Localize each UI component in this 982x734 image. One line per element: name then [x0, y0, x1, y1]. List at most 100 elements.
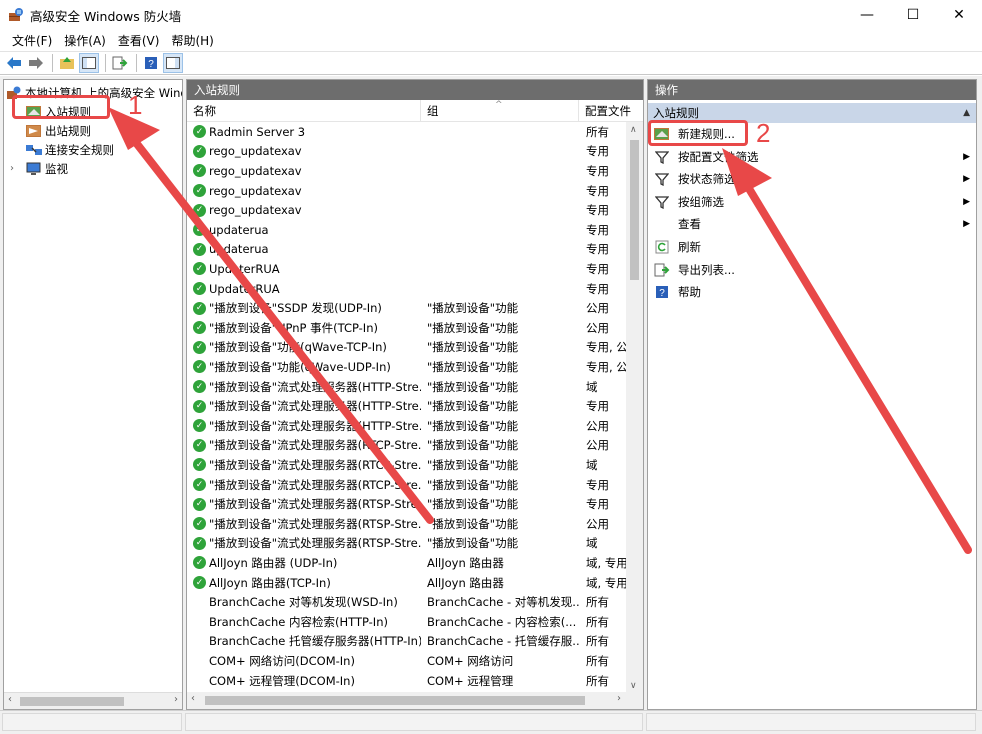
minimize-button[interactable]: —: [844, 0, 890, 30]
submenu-arrow-icon: ▶: [963, 196, 970, 207]
action-item[interactable]: 按状态筛选 ▶: [648, 168, 976, 190]
close-button[interactable]: ✕: [936, 0, 982, 30]
table-row[interactable]: ✓ "播放到设备"功能(qWave-UDP-In) "播放到设备"功能 专用, 公: [187, 357, 627, 377]
rule-group-cell: "播放到设备"功能: [427, 340, 519, 355]
rule-name: "播放到设备"SSDP 发现(UDP-In): [209, 301, 382, 316]
scroll-down-icon[interactable]: ∨: [630, 681, 637, 691]
tree-item-monitoring[interactable]: › 监视: [10, 159, 68, 178]
action-item[interactable]: 查看 ▶: [648, 213, 976, 235]
rules-list-pane: 入站规则 名称 组 ^ 配置文件 ✓ Radmin Server 3 所有 ✓ rego…: [186, 79, 644, 710]
column-header-profile[interactable]: 配置文件: [579, 100, 643, 122]
up-folder-button[interactable]: [57, 53, 77, 73]
rule-group-cell: "播放到设备"功能: [427, 399, 519, 414]
show-action-pane-button[interactable]: [163, 53, 183, 73]
table-row[interactable]: COM+ 网络访问(DCOM-In) COM+ 网络访问 所有: [187, 651, 627, 671]
back-button[interactable]: [4, 53, 24, 73]
sort-ascending-icon: ^: [495, 100, 503, 110]
rule-profile-cell: 公用: [586, 438, 609, 453]
action-item[interactable]: 按配置文件筛选 ▶: [648, 146, 976, 168]
rule-profile-cell: 所有: [586, 614, 609, 629]
rule-profile-cell: 公用: [586, 516, 609, 531]
table-row[interactable]: ✓ "播放到设备"流式处理服务器(HTTP-Stre... "播放到设备"功能 公用: [187, 416, 627, 436]
table-row[interactable]: ✓ rego_updatexav 专用: [187, 142, 627, 162]
rule-group-cell: "播放到设备"功能: [427, 359, 519, 374]
rule-group-cell: AllJoyn 路由器: [427, 555, 504, 570]
menu-help[interactable]: 帮助(H): [165, 32, 219, 49]
table-row[interactable]: ✓ rego_updatexav 专用: [187, 181, 627, 201]
table-row[interactable]: ✓ updaterua 专用: [187, 220, 627, 240]
table-row[interactable]: ✓ rego_updatexav 专用: [187, 161, 627, 181]
table-row[interactable]: ✓ updaterua 专用: [187, 240, 627, 260]
scroll-right-icon[interactable]: ›: [174, 694, 178, 705]
table-row[interactable]: ✓ rego_updatexav 专用: [187, 200, 627, 220]
tree-item-connection-security-rules[interactable]: 连接安全规则: [26, 140, 114, 159]
rule-profile-cell: 域, 专用: [586, 555, 626, 570]
rule-name-cell: ✓ "播放到设备"流式处理服务器(RTCP-Stre...: [193, 477, 421, 493]
help-button[interactable]: ?: [141, 53, 161, 73]
tree-item-outbound-rules[interactable]: 出站规则: [26, 121, 91, 140]
forward-button[interactable]: [26, 53, 46, 73]
rule-profile-cell: 专用, 公: [586, 340, 626, 355]
scrollbar-thumb[interactable]: [205, 696, 585, 705]
table-row[interactable]: ✓ "播放到设备"流式处理服务器(RTSP-Stre... "播放到设备"功能 域: [187, 534, 627, 554]
scrollbar-thumb[interactable]: [20, 697, 124, 706]
rule-group-cell: BranchCache - 内容检索(...: [427, 614, 577, 629]
collapse-triangle-icon[interactable]: ▲: [963, 108, 970, 118]
table-row[interactable]: ✓ "播放到设备"流式处理服务器(RTCP-Stre... "播放到设备"功能 公用: [187, 436, 627, 456]
table-row[interactable]: BranchCache 对等机发现(WSD-In) BranchCache - 对…: [187, 592, 627, 612]
table-row[interactable]: ✓ "播放到设备"流式处理服务器(RTSP-Stre... "播放到设备"功能 专用: [187, 494, 627, 514]
blank-icon: [654, 216, 670, 232]
scroll-right-icon[interactable]: ›: [617, 693, 621, 704]
column-header-name[interactable]: 名称: [187, 100, 421, 122]
scrollbar-thumb[interactable]: [630, 140, 639, 280]
tree-horizontal-scrollbar[interactable]: ‹ ›: [4, 692, 182, 709]
rule-name-cell: ✓ "播放到设备"UPnP 事件(TCP-In): [193, 320, 421, 336]
menu-view[interactable]: 查看(V): [112, 32, 166, 49]
action-item[interactable]: 导出列表...: [648, 259, 976, 281]
table-row[interactable]: ✓ UpdaterRUA 专用: [187, 279, 627, 299]
table-row[interactable]: ✓ "播放到设备"流式处理服务器(RTCP-Stre... "播放到设备"功能 专用: [187, 475, 627, 495]
rule-name-cell: COM+ 远程管理(DCOM-In): [193, 673, 421, 689]
enabled-check-icon: ✓: [193, 125, 206, 139]
table-row[interactable]: ✓ "播放到设备"流式处理服务器(HTTP-Stre... "播放到设备"功能 域: [187, 377, 627, 397]
table-row[interactable]: ✓ Radmin Server 3 所有: [187, 122, 627, 142]
rule-name-cell: ✓ updaterua: [193, 242, 421, 256]
table-row[interactable]: BranchCache 内容检索(HTTP-In) BranchCache - 内…: [187, 612, 627, 632]
toolbar-separator: [52, 54, 53, 72]
table-row[interactable]: ✓ "播放到设备"流式处理服务器(HTTP-Stre... "播放到设备"功能 专用: [187, 396, 627, 416]
export-button[interactable]: [110, 53, 130, 73]
annotation-highlight-new-rule: [648, 120, 748, 146]
table-row[interactable]: BranchCache 托管缓存服务器(HTTP-In) BranchCache …: [187, 632, 627, 652]
show-hide-tree-button[interactable]: [79, 53, 99, 73]
rule-name-cell: ✓ updaterua: [193, 223, 421, 237]
menu-bar: 文件(F) 操作(A) 查看(V) 帮助(H): [0, 30, 982, 50]
table-row[interactable]: ✓ "播放到设备"SSDP 发现(UDP-In) "播放到设备"功能 公用: [187, 298, 627, 318]
maximize-button[interactable]: ☐: [890, 0, 936, 30]
list-vertical-scrollbar[interactable]: ∧ ∨: [626, 122, 643, 694]
table-row[interactable]: ✓ "播放到设备"UPnP 事件(TCP-In) "播放到设备"功能 公用: [187, 318, 627, 338]
expand-chevron-icon[interactable]: ›: [10, 163, 26, 174]
table-row[interactable]: ✓ "播放到设备"流式处理服务器(RTSP-Stre... "播放到设备"功能 公用: [187, 514, 627, 534]
scroll-up-icon[interactable]: ∧: [630, 125, 637, 135]
rule-name: "播放到设备"流式处理服务器(RTSP-Stre...: [209, 497, 421, 512]
rule-name: rego_updatexav: [209, 163, 302, 178]
rule-name: "播放到设备"流式处理服务器(HTTP-Stre...: [209, 399, 421, 414]
table-row[interactable]: ✓ "播放到设备"流式处理服务器(RTCP-Stre... "播放到设备"功能 域: [187, 455, 627, 475]
rule-profile-cell: 域: [586, 379, 598, 394]
scroll-left-icon[interactable]: ‹: [8, 694, 12, 705]
action-item[interactable]: 刷新: [648, 236, 976, 258]
rule-profile-cell: 公用: [586, 418, 609, 433]
table-row[interactable]: ✓ UpdaterRUA 专用: [187, 259, 627, 279]
list-horizontal-scrollbar[interactable]: ‹ ›: [187, 692, 643, 709]
table-row[interactable]: COM+ 远程管理(DCOM-In) COM+ 远程管理 所有: [187, 671, 627, 691]
menu-action[interactable]: 操作(A): [58, 32, 112, 49]
scroll-left-icon[interactable]: ‹: [191, 693, 195, 704]
action-item[interactable]: ? 帮助: [648, 281, 976, 303]
action-item[interactable]: 按组筛选 ▶: [648, 191, 976, 213]
table-row[interactable]: ✓ "播放到设备"功能(qWave-TCP-In) "播放到设备"功能 专用, 公: [187, 338, 627, 358]
table-row[interactable]: ✓ AllJoyn 路由器(TCP-In) AllJoyn 路由器 域, 专用: [187, 573, 627, 593]
rule-profile-cell: 域: [586, 536, 598, 551]
table-row[interactable]: ✓ AllJoyn 路由器 (UDP-In) AllJoyn 路由器 域, 专用: [187, 553, 627, 573]
menu-file[interactable]: 文件(F): [6, 32, 58, 49]
filter-icon: [654, 171, 670, 187]
